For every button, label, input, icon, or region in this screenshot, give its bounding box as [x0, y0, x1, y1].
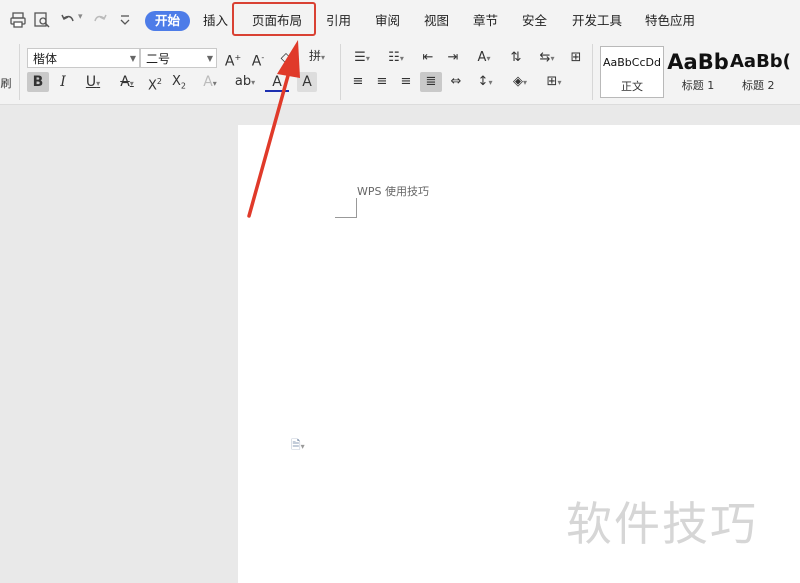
watermark: 软件技巧 [566, 497, 758, 551]
page-margin-corner-mark [335, 198, 357, 218]
decrease-indent-icon[interactable]: ⇤ [418, 48, 438, 68]
format-painter-label[interactable]: 刷 [0, 74, 12, 94]
tab-special-apps[interactable]: 特色应用 [645, 11, 695, 31]
subscript-icon[interactable]: X2 [169, 72, 189, 92]
font-color-icon[interactable]: A [265, 72, 289, 92]
change-case-icon[interactable]: A▾ [470, 48, 498, 68]
highlight-color-icon[interactable]: ab▾ [230, 72, 260, 92]
ribbon-divider [19, 44, 20, 100]
text-direction-icon[interactable]: ⇆▾ [533, 48, 561, 68]
font-size-select[interactable]: 二号 ▼ [140, 48, 217, 68]
style-normal[interactable]: AaBbCcDd 正文 [600, 46, 664, 98]
shrink-font-icon[interactable]: A- [248, 48, 268, 70]
tab-references[interactable]: 引用 [326, 11, 351, 31]
style-heading-2[interactable]: AaBb( 标题 2 [730, 46, 800, 98]
align-right-icon[interactable]: ≡ [396, 72, 416, 92]
style-label: 标题 2 [742, 79, 775, 92]
customize-icon[interactable] [115, 10, 135, 30]
text-effect-icon[interactable]: A▾ [197, 72, 223, 92]
tab-highlight-box [232, 2, 316, 36]
print-icon[interactable] [8, 10, 28, 30]
strikethrough-button[interactable]: A▾ [113, 72, 141, 92]
bold-button[interactable]: B [27, 72, 49, 92]
redo-icon[interactable] [90, 10, 110, 30]
style-heading-1[interactable]: AaBb 标题 1 [666, 46, 730, 98]
print-preview-icon[interactable] [32, 10, 52, 30]
undo-icon[interactable] [58, 10, 78, 30]
clear-format-icon[interactable]: ◇ [276, 48, 296, 68]
line-spacing-icon[interactable]: ↕▾ [471, 72, 499, 92]
align-center-icon[interactable]: ≡ [372, 72, 392, 92]
tab-section[interactable]: 章节 [473, 11, 498, 31]
bullet-list-icon[interactable]: ☰▾ [348, 48, 376, 68]
tab-home[interactable]: 开始 [145, 11, 191, 31]
style-preview: AaBbCcDd [603, 56, 661, 69]
grow-font-icon[interactable]: A+ [223, 48, 243, 70]
ribbon-divider [340, 44, 341, 100]
ribbon: 刷 楷体 ▼ 二号 ▼ A+ A- ◇ 拼▾ B I U▾ A▾ X2 X2 A… [0, 40, 800, 105]
superscript-icon[interactable]: X2 [145, 72, 165, 93]
tab-review[interactable]: 审阅 [375, 11, 400, 31]
font-family-select[interactable]: 楷体 ▼ [27, 48, 140, 68]
character-shading-icon[interactable]: A [297, 72, 317, 92]
pinyin-guide-icon[interactable]: 拼▾ [303, 46, 331, 66]
tab-view[interactable]: 视图 [424, 11, 449, 31]
tab-insert[interactable]: 插入 [203, 11, 228, 31]
tab-bar: ▾ 开始 插入 页面布局 引用 审阅 视图 章节 安全 开发工具 特色应用 [0, 0, 800, 40]
underline-button[interactable]: U▾ [78, 72, 108, 92]
style-preview: AaBb( [730, 51, 791, 72]
borders-icon[interactable]: ⊞▾ [540, 72, 568, 92]
style-preview: AaBb [667, 50, 729, 74]
ribbon-divider [592, 44, 593, 100]
align-justify-icon[interactable]: ≣ [420, 72, 442, 92]
tab-security[interactable]: 安全 [522, 11, 547, 31]
distributed-icon[interactable]: ⇔ [446, 72, 466, 92]
chevron-down-icon: ▼ [129, 54, 136, 63]
increase-indent-icon[interactable]: ⇥ [443, 48, 463, 68]
align-left-icon[interactable]: ≡ [348, 72, 368, 92]
font-size-value: 二号 [146, 52, 171, 66]
chevron-down-icon: ▼ [206, 54, 213, 63]
shading-icon[interactable]: ◈▾ [506, 72, 534, 92]
undo-dropdown-icon[interactable]: ▾ [78, 12, 83, 22]
font-family-value: 楷体 [33, 52, 58, 66]
tab-developer[interactable]: 开发工具 [572, 11, 622, 31]
document-text[interactable]: WPS 使用技巧 [357, 183, 429, 199]
table-grid-icon[interactable]: ⊞ [566, 48, 586, 68]
document-options-icon[interactable]: 🗎▾ [291, 436, 305, 457]
style-label: 标题 1 [681, 79, 715, 92]
sort-icon[interactable]: ⇅ [506, 48, 526, 68]
style-label: 正文 [621, 80, 643, 93]
numbered-list-icon[interactable]: ☷▾ [382, 48, 410, 68]
italic-button[interactable]: I [53, 72, 73, 92]
